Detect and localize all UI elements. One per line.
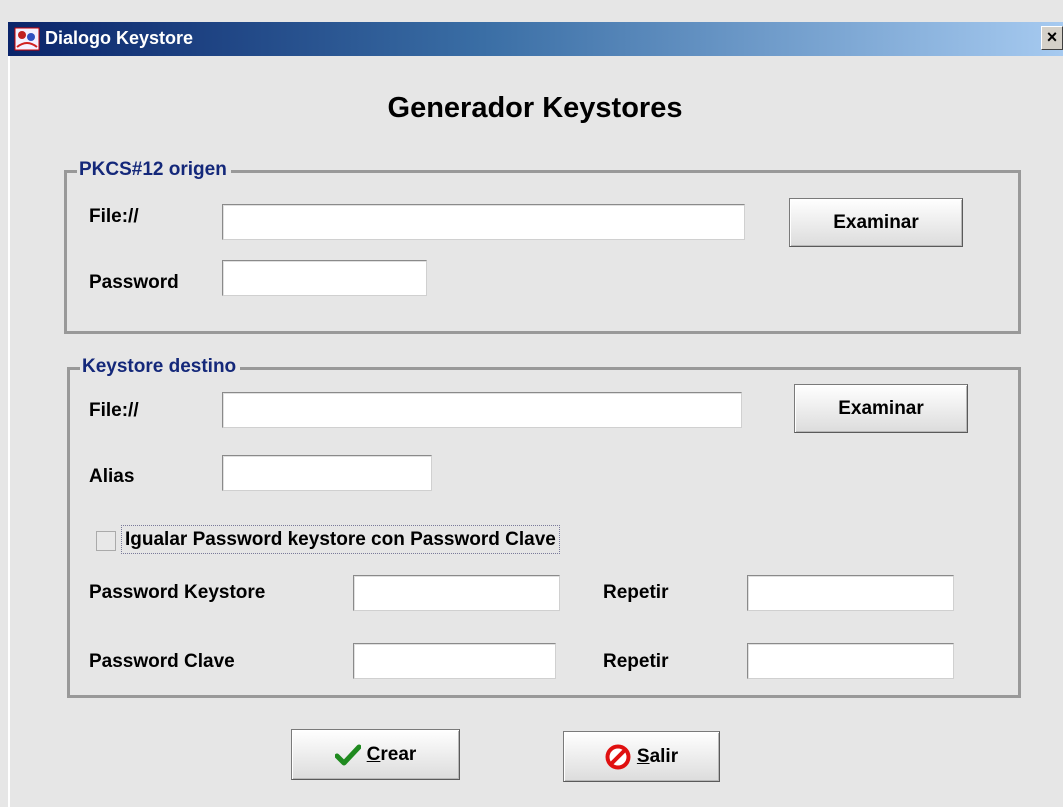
match-password-label[interactable]: Igualar Password keystore con Password C… bbox=[121, 525, 560, 554]
app-icon bbox=[14, 27, 40, 51]
exit-label: Salir bbox=[636, 745, 679, 767]
origin-group-title: PKCS#12 origen bbox=[77, 159, 231, 181]
close-button[interactable]: × bbox=[1041, 26, 1063, 50]
alias-label: Alias bbox=[89, 466, 135, 487]
no-entry-icon bbox=[605, 744, 631, 769]
password-key-field[interactable] bbox=[353, 643, 556, 679]
create-button[interactable]: Crear bbox=[291, 729, 460, 780]
password-keystore-label: Password Keystore bbox=[89, 582, 266, 603]
origin-browse-button[interactable]: Examinar bbox=[789, 198, 963, 247]
exit-button[interactable]: Salir bbox=[563, 731, 720, 782]
window-title: Dialogo Keystore bbox=[45, 28, 194, 48]
origin-password-field[interactable] bbox=[222, 260, 427, 296]
repeat-key-field[interactable] bbox=[747, 643, 954, 679]
title-bar[interactable]: Dialogo Keystore × bbox=[8, 22, 1063, 56]
password-key-label: Password Clave bbox=[89, 651, 235, 672]
match-password-checkbox[interactable] bbox=[96, 531, 116, 551]
repeat-keystore-field[interactable] bbox=[747, 575, 954, 611]
origin-password-label: Password bbox=[89, 272, 179, 293]
dest-browse-label: Examinar bbox=[838, 397, 924, 419]
alias-field[interactable] bbox=[222, 455, 432, 491]
repeat-keystore-label: Repetir bbox=[603, 582, 669, 603]
repeat-key-label: Repetir bbox=[603, 651, 669, 672]
checkmark-icon bbox=[334, 744, 361, 765]
close-icon: × bbox=[1046, 27, 1058, 47]
origin-file-label: File:// bbox=[89, 206, 139, 227]
password-keystore-field[interactable] bbox=[353, 575, 560, 611]
dialog-window: Dialogo Keystore × Generador Keystores P… bbox=[0, 0, 1063, 807]
origin-file-input[interactable] bbox=[222, 204, 745, 240]
dest-browse-button[interactable]: Examinar bbox=[794, 384, 968, 433]
page-title: Generador Keystores bbox=[387, 92, 683, 124]
create-label: Crear bbox=[366, 743, 417, 765]
dest-group-title: Keystore destino bbox=[80, 356, 241, 378]
origin-group: PKCS#12 origen bbox=[64, 159, 1021, 334]
dest-file-label: File:// bbox=[89, 400, 139, 421]
dest-file-input[interactable] bbox=[222, 392, 742, 428]
origin-browse-label: Examinar bbox=[833, 211, 919, 233]
